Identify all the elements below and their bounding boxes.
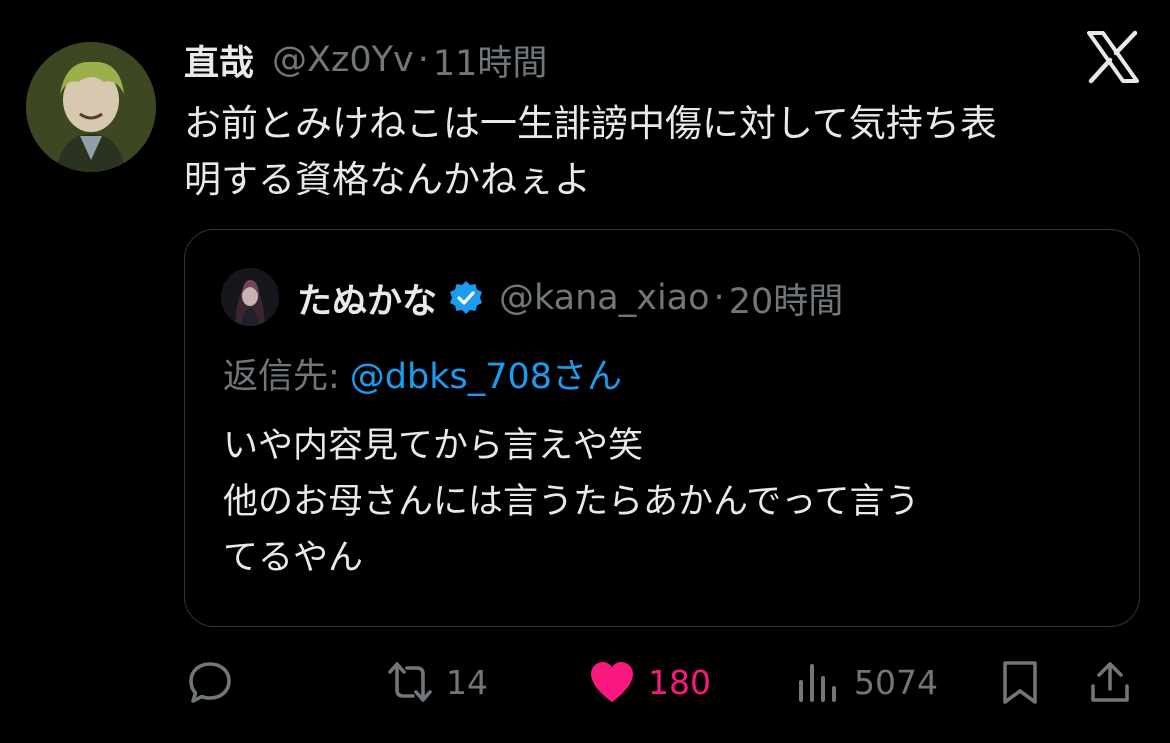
x-logo-icon: [1086, 30, 1140, 84]
retweet-count: 14: [446, 662, 488, 702]
quoted-text-line: いや内容見てから言えや笑: [223, 426, 644, 466]
view-count: 5074: [854, 662, 938, 702]
verified-badge-icon: [450, 281, 483, 314]
tweet-text-line: お前とみけねこは一生誹謗中傷に対して気持ち表: [184, 102, 997, 145]
avatar-illustration: [26, 42, 156, 172]
quoted-handle[interactable]: @kana_xiao: [499, 278, 710, 318]
tweet-text-line: 明する資格なんかねぇよ: [184, 158, 591, 201]
display-name[interactable]: 直哉: [184, 35, 254, 86]
quoted-text-line: 他のお母さんには言うたらあかんでって言う: [223, 482, 920, 522]
bookmark-button[interactable]: [996, 650, 1044, 714]
like-count: 180: [648, 662, 711, 702]
timestamp[interactable]: 11時間: [433, 35, 548, 86]
quoted-tweet[interactable]: たぬかな @kana_xiao · 20時間 返信先: @dbks_708さん い…: [184, 229, 1140, 627]
avatar[interactable]: [26, 42, 156, 172]
action-bar: 14 180 5074: [0, 650, 1170, 714]
heart-icon: [591, 662, 633, 702]
tweet-header: 直哉 @Xz0Yv · 11時間: [184, 36, 547, 84]
quoted-text-line: てるやん: [223, 538, 364, 578]
reply-icon: [189, 662, 231, 703]
tweet[interactable]: 直哉 @Xz0Yv · 11時間 お前とみけねこは一生誹謗中傷に対して気持ち表 …: [0, 0, 1170, 743]
quoted-display-name[interactable]: たぬかな: [297, 273, 437, 324]
quoted-timestamp[interactable]: 20時間: [729, 273, 844, 324]
quoted-avatar[interactable]: [221, 268, 279, 326]
like-button[interactable]: 180: [588, 650, 711, 714]
quoted-text: いや内容見てから言えや笑 他のお母さんには言うたらあかんでって言う てるやん: [223, 418, 1103, 586]
share-icon: [1091, 662, 1129, 702]
retweet-button[interactable]: 14: [386, 650, 488, 714]
reply-label: 返信先:: [223, 357, 340, 397]
share-button[interactable]: [1086, 650, 1134, 714]
reply-button[interactable]: [186, 650, 234, 714]
reply-target-link[interactable]: @dbks_708さん: [350, 357, 622, 397]
bookmark-icon: [1003, 661, 1037, 704]
quoted-separator: ·: [713, 278, 725, 318]
views-icon: [799, 664, 836, 702]
quoted-avatar-photo: [221, 268, 279, 326]
replying-to: 返信先: @dbks_708さん: [223, 348, 622, 399]
separator: ·: [417, 40, 429, 80]
tweet-text: お前とみけねこは一生誹謗中傷に対して気持ち表 明する資格なんかねぇよ: [184, 96, 1134, 208]
handle[interactable]: @Xz0Yv: [272, 40, 414, 80]
quoted-header: たぬかな @kana_xiao · 20時間: [297, 274, 843, 322]
views-button[interactable]: 5074: [794, 650, 938, 714]
retweet-icon: [388, 662, 432, 702]
